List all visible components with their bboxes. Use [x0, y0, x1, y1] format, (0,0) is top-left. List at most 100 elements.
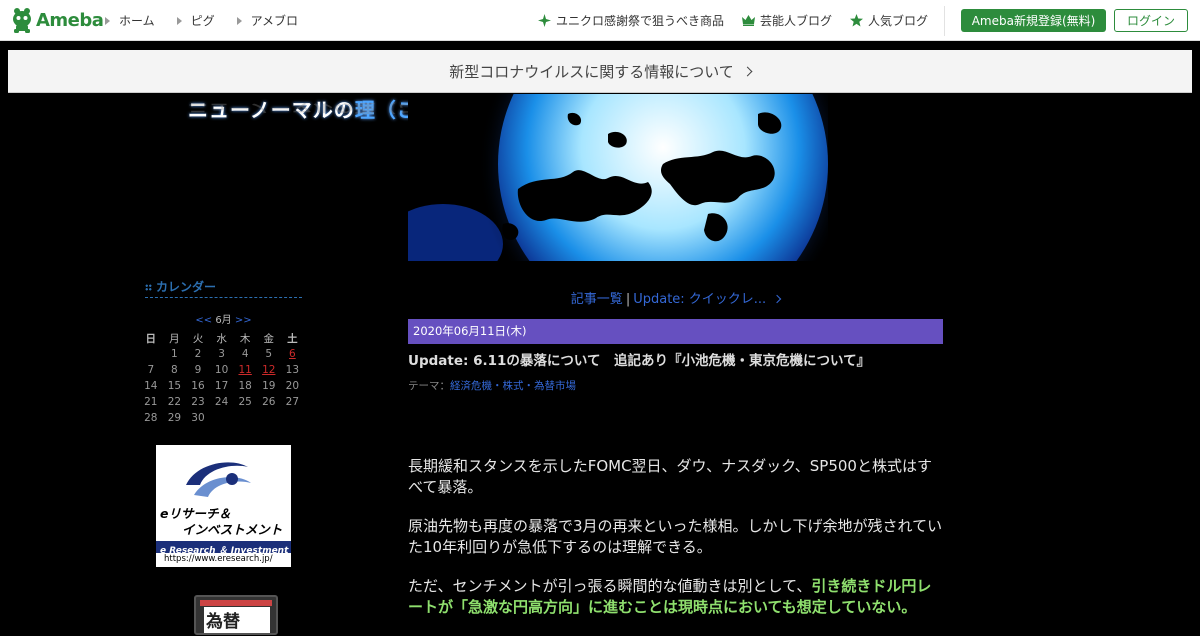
entry-list-link[interactable]: 記事一覧 [571, 292, 623, 307]
crown-icon [742, 15, 755, 26]
calendar-day: 25 [238, 396, 252, 408]
calendar-day: 12 [257, 362, 281, 378]
link-popular-blog[interactable]: 人気ブログ [850, 0, 928, 41]
entry-body: 長期緩和スタンスを示したFOMC翌日、ダウ、ナスダック、SP500と株式はすべて… [408, 456, 943, 636]
chevron-right-icon [772, 294, 782, 304]
calendar-day: 6 [281, 346, 305, 362]
nav-home-label: ホーム [119, 14, 155, 28]
calendar-day: 30 [191, 412, 205, 424]
calendar-day-link[interactable]: 12 [262, 364, 275, 376]
sparkle-icon [538, 14, 551, 27]
ameba-mascot-icon [13, 8, 31, 33]
calendar-day: 29 [167, 412, 182, 424]
calendar-weekday: 月 [169, 332, 180, 345]
calendar-day: 7 [147, 364, 155, 376]
covid-info-banner[interactable]: 新型コロナウイルスに関する情報について [8, 50, 1192, 93]
calendar-day: 21 [144, 396, 158, 408]
entry-paragraph: ただ、センチメントが引っ張る瞬間的な値動きは別として、引き続きドル円レートが「急… [408, 576, 943, 617]
calendar-day: 17 [214, 380, 229, 392]
nav-ameblo-label: アメブロ [250, 14, 299, 28]
entry-date: 2020年06月11日(木) [408, 319, 943, 344]
ad1-line2: インベストメント [182, 522, 283, 537]
calendar-weekday: 水 [216, 332, 227, 345]
calendar-day: 9 [194, 364, 202, 376]
divider [944, 6, 945, 36]
fx-ad-banner[interactable]: 為替 [194, 595, 278, 635]
calendar-day: 16 [191, 380, 205, 392]
login-button[interactable]: ログイン [1114, 9, 1188, 32]
ad1-url: https://www.eresearch.jp/ [164, 554, 273, 564]
calendar-weekday: 木 [239, 332, 251, 345]
star-icon [850, 14, 863, 27]
calendar-heading-label: カレンダー [156, 280, 217, 294]
calendar-weekday: 金 [263, 332, 275, 345]
calendar-day: 5 [265, 348, 273, 360]
calendar-day: 13 [285, 364, 300, 376]
ameba-logo[interactable]: Ameba [11, 6, 104, 34]
calendar-day: 2 [194, 348, 202, 360]
calendar-day: 22 [167, 396, 182, 408]
eresearch-ad-banner[interactable]: eリサーチ＆ インベストメント e Research ＆ Investment … [156, 445, 291, 567]
header-globe-image [408, 94, 828, 261]
calendar-day: 19 [262, 380, 276, 392]
chevron-right-icon [742, 66, 753, 76]
calendar-day-link[interactable]: 6 [289, 348, 296, 360]
calendar-weekday: 土 [287, 332, 298, 345]
calendar-day [233, 410, 257, 426]
grid-dots-icon [145, 284, 152, 291]
calendar-day: 18 [238, 380, 252, 392]
calendar-day: 10 [214, 364, 229, 376]
calendar-day [281, 410, 305, 426]
link-celebrity-blog[interactable]: 芸能人ブログ [742, 0, 832, 41]
link-uniqlo-label: ユニクロ感謝祭で狙うべき商品 [556, 14, 725, 28]
entry-paragraph: 長期緩和スタンスを示したFOMC翌日、ダウ、ナスダック、SP500と株式はすべて… [408, 457, 932, 496]
link-popular-label: 人気ブログ [868, 14, 929, 28]
entry-theme: テーマ：経済危機・株式・為替市場 [408, 378, 576, 393]
calendar-day: 11 [233, 362, 257, 378]
calendar-day: 20 [285, 380, 300, 392]
calendar-day: 15 [167, 380, 182, 392]
ad2-text: 為替 [204, 607, 270, 633]
calendar-day: 3 [218, 348, 225, 360]
entry-title[interactable]: Update: 6.11の暴落について 追記あり『小池危機・東京危機について』 [408, 349, 943, 369]
theme-label: テーマ： [408, 380, 450, 392]
calendar-nav: << 6月 >> [145, 311, 302, 326]
link-celebrity-label: 芸能人ブログ [760, 14, 833, 28]
calendar-weekday: 日 [145, 332, 157, 345]
calendar-prev-link[interactable]: << [195, 315, 212, 326]
calendar-weekday: 火 [192, 332, 204, 345]
link-uniqlo[interactable]: ユニクロ感謝祭で狙うべき商品 [538, 0, 724, 41]
global-header: Ameba ホーム ピグ アメブロ ユニクロ感謝祭で狙うべき商品 芸能人ブログ … [0, 0, 1200, 41]
nav-ameblo[interactable]: アメブロ [236, 12, 299, 29]
theme-link[interactable]: 経済危機・株式・為替市場 [450, 380, 576, 392]
calendar-day: 27 [285, 396, 300, 408]
ad2-stripe [200, 600, 272, 606]
covid-info-text: 新型コロナウイルスに関する情報について [449, 62, 734, 81]
entry-nav: 記事一覧 | Update: クイックレ... [408, 288, 943, 307]
triangle-right-icon [105, 16, 110, 25]
next-entry-link[interactable]: Update: クイックレ... [633, 292, 766, 307]
triangle-right-icon [236, 16, 242, 25]
register-button[interactable]: Ameba新規登録(無料) [961, 9, 1106, 32]
logo-text: Ameba [36, 9, 104, 31]
calendar-heading: カレンダー [145, 278, 302, 298]
calendar-day: 26 [262, 396, 276, 408]
calendar-day: 4 [241, 348, 249, 360]
calendar-next-link[interactable]: >> [235, 315, 252, 326]
entry-paragraph: 原油先物も再度の暴落で3月の再来といった様相。しかし下げ余地が残されていた10年… [408, 517, 943, 556]
calendar-day: 14 [144, 380, 158, 392]
triangle-right-icon [176, 16, 182, 25]
calendar-day: 28 [144, 412, 158, 424]
calendar-day: 24 [214, 396, 229, 408]
globe-icon [408, 94, 828, 261]
calendar-day [210, 410, 234, 426]
calendar-day: 23 [191, 396, 205, 408]
calendar-table: 日月火水木金土 1 2 3 4 5 6 7 8 9 10 11 12 13 14 15 16 17 18 19 20 21… [139, 330, 304, 426]
nav-pigg-label: ピグ [190, 14, 215, 28]
nav-pigg[interactable]: ピグ [176, 12, 215, 29]
calendar-day: 1 [171, 348, 178, 360]
calendar-month: 6月 [215, 315, 232, 326]
nav-home[interactable]: ホーム [105, 12, 155, 29]
entry-paragraph-text: ただ、センチメントが引っ張る瞬間的な値動きは別として、 [408, 577, 812, 595]
calendar-day-link[interactable]: 11 [238, 364, 251, 376]
